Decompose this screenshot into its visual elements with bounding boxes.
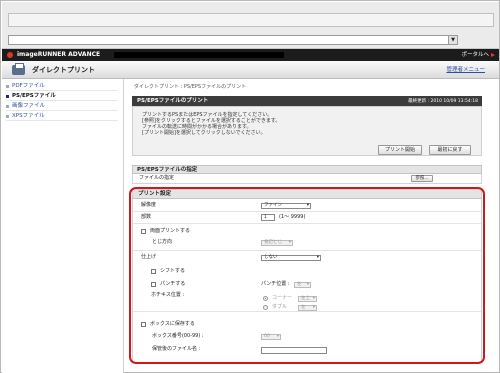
address-dropdown-icon[interactable]: ▼ — [448, 36, 457, 44]
print-settings-header: プリント設定 — [133, 190, 481, 199]
box-number-label: ボックス番号(00-99) : — [152, 333, 204, 339]
portal-link[interactable]: ポータルへ — [461, 51, 489, 59]
sidebar-item-pdf[interactable]: PDFファイル — [6, 82, 118, 91]
admin-menu-link[interactable]: 管理者メニュー — [446, 67, 485, 74]
sidebar-item-xps[interactable]: XPSファイル — [6, 112, 118, 121]
punch-position-select[interactable]: 左 — [294, 282, 311, 288]
reset-button[interactable]: 最初に戻す — [429, 145, 471, 155]
resolution-select[interactable]: ファイン — [261, 203, 311, 209]
staple-corner-radio[interactable] — [263, 296, 268, 301]
sidebar-item-label: 画像ファイル — [12, 103, 46, 109]
sidebar: PDFファイル PS/EPSファイル 画像ファイル XPSファイル — [2, 79, 124, 373]
copies-row: 部数 1 (1～ 9999) — [133, 212, 481, 224]
resolution-label: 解像度 — [141, 202, 157, 208]
printer-icon — [12, 63, 25, 75]
saved-file-name-label: 保管後のファイル名 : — [152, 346, 201, 352]
bullet-icon — [6, 85, 9, 88]
instruction-line: [プリント開始]を選択してクリックしないでください。 — [142, 130, 266, 136]
duplex-checkbox[interactable] — [141, 229, 146, 234]
window-frame: ▼ imageRUNNER ADVANCE ポータルへ ダイレクトプリント 管理… — [0, 0, 500, 373]
browser-toolbar — [8, 13, 494, 27]
breadcrumb: ダイレクトプリント : PS/EPSファイルのプリント — [134, 84, 247, 90]
page-title: ダイレクトプリント — [32, 66, 95, 74]
bullet-icon — [6, 105, 9, 108]
copies-range: (1～ 9999) — [279, 214, 306, 220]
punch-label: パンチする — [160, 281, 186, 287]
section-header: PS/EPSファイルのプリント 最終更新 : 2010 10/09 13:54:… — [132, 96, 482, 106]
section-title: PS/EPSファイルのプリント — [137, 98, 209, 104]
print-settings-title: プリント設定 — [138, 191, 172, 197]
staple-double-radio[interactable] — [263, 305, 268, 310]
device-name-redacted — [114, 52, 284, 58]
staple-corner-select[interactable]: 左上 — [298, 296, 317, 302]
sidebar-item-label: PDFファイル — [12, 83, 45, 89]
staple-double-select[interactable]: 左 — [298, 305, 317, 311]
file-spec-header: PS/EPSファイルの指定 — [132, 165, 482, 174]
resolution-row: 解像度 ファイン — [133, 200, 481, 212]
finishing-select[interactable]: しない — [261, 255, 321, 261]
browse-button[interactable]: 参照... — [411, 175, 433, 182]
save-box-row: ボックスに保存する ボックス番号(00-99) : 00 保管後のファイル名 : — [133, 317, 481, 357]
app-header: imageRUNNER ADVANCE ポータルへ — [2, 49, 499, 61]
brand-label: imageRUNNER ADVANCE — [17, 51, 101, 58]
copies-input[interactable]: 1 — [261, 214, 275, 221]
bullet-icon — [6, 115, 9, 118]
file-spec-row: ファイルの指定 参照... — [132, 174, 482, 184]
save-to-box-checkbox[interactable] — [141, 322, 146, 327]
finishing-label: 仕上げ — [141, 254, 157, 260]
sidebar-item-label: XPSファイル — [12, 113, 45, 119]
canon-logo-icon — [7, 52, 13, 58]
staple-corner-label: コーナー — [272, 295, 293, 301]
file-spec-label: ファイルの指定 — [139, 175, 175, 181]
punch-position-label: パンチ位置 : — [261, 281, 290, 287]
box-number-select[interactable]: 00 — [261, 334, 281, 340]
staple-double-label: ダブル — [272, 304, 288, 310]
sidebar-item-image[interactable]: 画像ファイル — [6, 102, 118, 111]
address-bar[interactable] — [8, 35, 458, 45]
binding-select[interactable]: 長辺とじ — [261, 240, 293, 246]
save-to-box-label: ボックスに保存する — [150, 321, 195, 327]
staple-position-label: ホチキス位置 : — [151, 292, 185, 298]
print-settings-panel: プリント設定 解像度 ファイン 部数 1 (1～ 9999) 両面プリントする … — [132, 189, 482, 363]
shift-label: シフトする — [160, 268, 186, 274]
punch-checkbox[interactable] — [151, 282, 156, 287]
instruction-box: プリントするPSまたはEPSファイルを指定してください。 [参照]をクリックする… — [132, 106, 482, 156]
portal-arrow-icon[interactable] — [491, 53, 495, 57]
start-print-button[interactable]: プリント開始 — [378, 145, 422, 155]
finishing-row: 仕上げ しない シフトする パンチする パンチ位置 : 左 ホチキス位置 : コ… — [133, 252, 481, 312]
binding-label: とじ方向 — [152, 239, 173, 245]
sidebar-item-ps-eps[interactable]: PS/EPSファイル — [6, 92, 118, 101]
browser-chrome: ▼ — [2, 2, 499, 49]
last-updated: 最終更新 : 2010 10/09 13:54:18 — [408, 99, 478, 104]
saved-file-name-input[interactable] — [261, 347, 327, 354]
bullet-icon — [6, 95, 9, 98]
shift-checkbox[interactable] — [151, 269, 156, 274]
duplex-label: 両面プリントする — [150, 228, 191, 234]
duplex-row: 両面プリントする とじ方向 長辺とじ — [133, 225, 481, 251]
title-bar: ダイレクトプリント 管理者メニュー — [2, 61, 499, 79]
copies-label: 部数 — [141, 214, 152, 220]
file-spec-title: PS/EPSファイルの指定 — [137, 167, 198, 173]
sidebar-item-label: PS/EPSファイル — [12, 93, 56, 99]
